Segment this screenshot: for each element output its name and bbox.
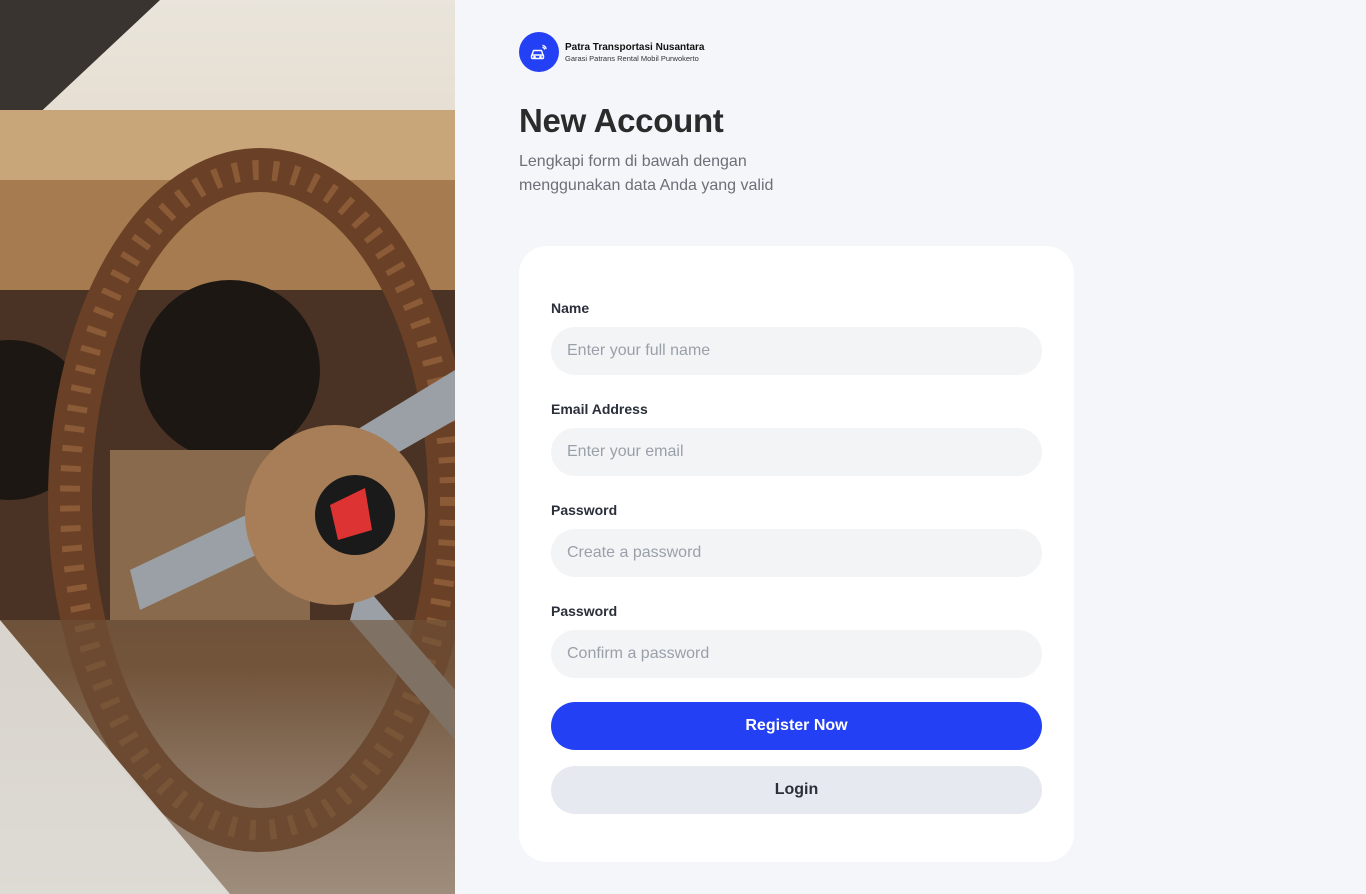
brand-tagline: Garasi Patrans Rental Mobil Purwokerto	[565, 53, 699, 63]
steering-wheel-illustration	[0, 0, 455, 894]
email-field[interactable]	[551, 428, 1042, 476]
login-button[interactable]: Login	[551, 766, 1042, 814]
confirm-password-label: Password	[551, 603, 618, 619]
register-form: Name Email Address Password Password Reg…	[519, 246, 1074, 862]
car-signal-icon	[519, 32, 559, 72]
password-label: Password	[551, 502, 618, 518]
register-button[interactable]: Register Now	[551, 702, 1042, 750]
hero-image	[0, 0, 455, 894]
name-field[interactable]	[551, 327, 1042, 375]
brand-name: Patra Transportasi Nusantara	[565, 41, 705, 53]
brand[interactable]: Patra Transportasi Nusantara Garasi Patr…	[519, 32, 705, 72]
page-subtitle: Lengkapi form di bawah dengan menggunaka…	[519, 153, 774, 194]
email-label: Email Address	[551, 401, 648, 417]
confirm-password-field[interactable]	[551, 630, 1042, 678]
page-title: New Account	[519, 102, 724, 139]
password-field[interactable]	[551, 529, 1042, 577]
name-label: Name	[551, 300, 590, 316]
